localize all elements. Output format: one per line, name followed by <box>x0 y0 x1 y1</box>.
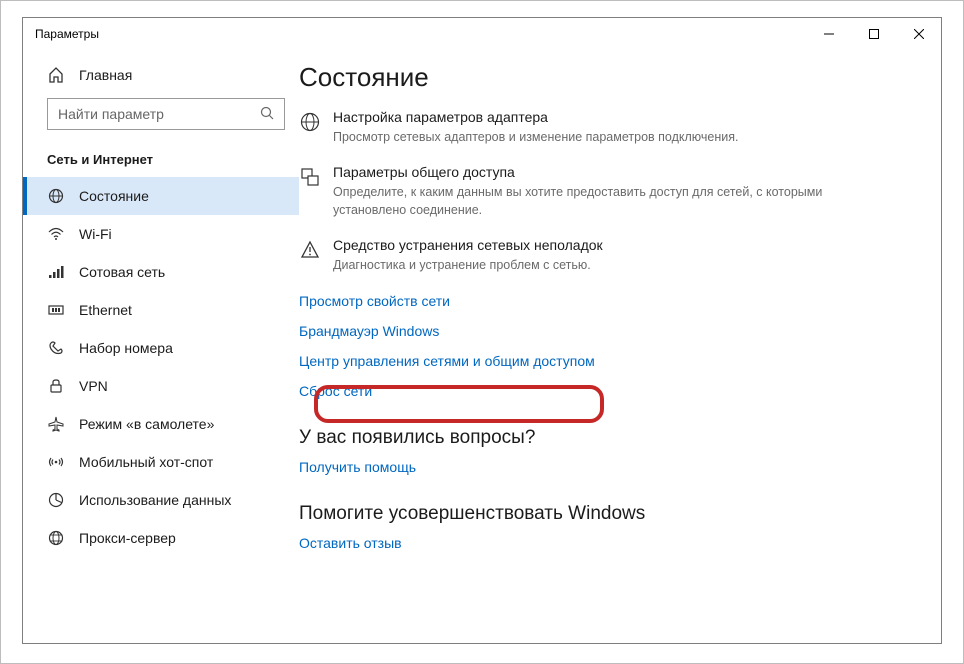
setting-title: Параметры общего доступа <box>333 164 839 180</box>
link-properties[interactable]: Просмотр свойств сети <box>299 293 450 309</box>
main-content: Состояние Настройка параметров адаптера … <box>299 50 941 643</box>
sharing-icon <box>299 166 321 188</box>
sidebar-item-label: Мобильный хот-спот <box>79 454 213 470</box>
link-sharing-center[interactable]: Центр управления сетями и общим доступом <box>299 353 595 369</box>
sidebar-group-label: Сеть и Интернет <box>23 130 299 177</box>
link-firewall[interactable]: Брандмауэр Windows <box>299 323 439 339</box>
vpn-icon <box>47 377 65 395</box>
setting-title: Средство устранения сетевых неполадок <box>333 237 839 253</box>
sidebar-item-dialup[interactable]: Набор номера <box>23 329 299 367</box>
titlebar: Параметры <box>23 18 941 50</box>
close-button[interactable] <box>896 18 941 50</box>
setting-troubleshoot[interactable]: Средство устранения сетевых неполадок Ди… <box>299 237 839 274</box>
search-placeholder-text: Найти параметр <box>58 106 260 122</box>
link-network-reset[interactable]: Сброс сети <box>299 383 372 399</box>
sidebar-item-ethernet[interactable]: Ethernet <box>23 291 299 329</box>
sidebar-item-label: Состояние <box>79 188 149 204</box>
window-controls <box>806 18 941 50</box>
wifi-icon <box>47 225 65 243</box>
sidebar-item-hotspot[interactable]: Мобильный хот-спот <box>23 443 299 481</box>
improve-heading: Помогите усовершенствовать Windows <box>299 503 915 525</box>
search-wrap: Найти параметр <box>23 98 299 130</box>
cellular-icon <box>47 263 65 281</box>
sidebar-item-vpn[interactable]: VPN <box>23 367 299 405</box>
warning-icon <box>299 239 321 261</box>
ethernet-icon <box>47 301 65 319</box>
sidebar-item-label: Набор номера <box>79 340 173 356</box>
sidebar-item-label: Использование данных <box>79 492 231 508</box>
questions-heading: У вас появились вопросы? <box>299 427 915 449</box>
sidebar-item-label: Сотовая сеть <box>79 264 165 280</box>
adapter-icon <box>299 111 321 133</box>
window-title: Параметры <box>35 27 99 41</box>
hotspot-icon <box>47 453 65 471</box>
sidebar: Главная Найти параметр Сеть и Интернет <box>23 50 299 643</box>
sidebar-item-datausage[interactable]: Использование данных <box>23 481 299 519</box>
sidebar-item-label: Режим «в самолете» <box>79 416 214 432</box>
setting-desc: Диагностика и устранение проблем с сетью… <box>333 256 839 274</box>
sidebar-item-label: VPN <box>79 378 108 394</box>
search-icon <box>260 106 276 122</box>
home-link[interactable]: Главная <box>23 56 299 94</box>
sidebar-item-status[interactable]: Состояние <box>23 177 299 215</box>
window-body: Главная Найти параметр Сеть и Интернет <box>23 50 941 643</box>
sidebar-item-label: Wi-Fi <box>79 226 112 242</box>
setting-title: Настройка параметров адаптера <box>333 109 839 125</box>
proxy-icon <box>47 529 65 547</box>
maximize-button[interactable] <box>851 18 896 50</box>
globe-icon <box>47 187 65 205</box>
datausage-icon <box>47 491 65 509</box>
setting-adapter[interactable]: Настройка параметров адаптера Просмотр с… <box>299 109 839 146</box>
home-label: Главная <box>79 67 132 83</box>
sidebar-item-wifi[interactable]: Wi-Fi <box>23 215 299 253</box>
outer-frame: Параметры Главная <box>0 0 964 664</box>
setting-sharing[interactable]: Параметры общего доступа Определите, к к… <box>299 164 839 219</box>
home-icon <box>47 66 65 84</box>
sidebar-item-proxy[interactable]: Прокси-сервер <box>23 519 299 557</box>
sidebar-item-label: Прокси-сервер <box>79 530 176 546</box>
sidebar-item-airplane[interactable]: Режим «в самолете» <box>23 405 299 443</box>
minimize-button[interactable] <box>806 18 851 50</box>
sidebar-item-cellular[interactable]: Сотовая сеть <box>23 253 299 291</box>
setting-desc: Определите, к каким данным вы хотите пре… <box>333 183 839 219</box>
page-title: Состояние <box>299 62 915 93</box>
search-input[interactable]: Найти параметр <box>47 98 285 130</box>
setting-desc: Просмотр сетевых адаптеров и изменение п… <box>333 128 839 146</box>
sidebar-item-label: Ethernet <box>79 302 132 318</box>
airplane-icon <box>47 415 65 433</box>
window: Параметры Главная <box>22 17 942 644</box>
dialup-icon <box>47 339 65 357</box>
link-feedback[interactable]: Оставить отзыв <box>299 535 402 551</box>
link-get-help[interactable]: Получить помощь <box>299 459 416 475</box>
